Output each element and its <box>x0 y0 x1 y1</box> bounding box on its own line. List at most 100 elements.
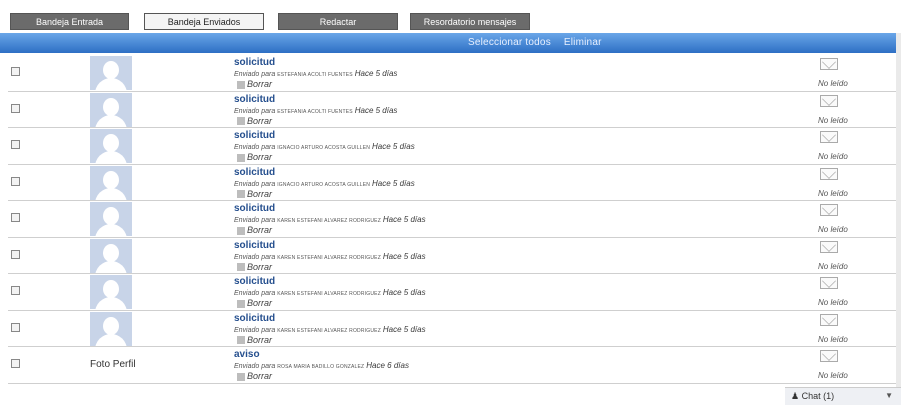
delete-button[interactable]: Borrar <box>237 335 272 345</box>
message-time: Hace 5 días <box>372 178 415 188</box>
envelope-icon <box>820 94 838 107</box>
message-checkbox[interactable] <box>11 213 20 222</box>
select-all-link[interactable]: Seleccionar todos <box>468 37 551 48</box>
message-subject[interactable]: solicitud <box>234 57 275 68</box>
message-subject[interactable]: solicitud <box>234 130 275 141</box>
trash-icon <box>237 372 245 381</box>
message-row[interactable]: solicitud Enviado para ESTEFANIA ACOLTI F… <box>8 55 896 92</box>
trash-icon <box>237 263 245 272</box>
message-checkbox[interactable] <box>11 249 20 259</box>
recipient-name: KAREN ESTEFANI ALVAREZ RODRIGUEZ <box>277 218 381 224</box>
message-row[interactable]: solicitud Enviado para KAREN ESTEFANI ALV… <box>8 201 896 238</box>
message-time: Hace 5 días <box>382 288 426 297</box>
recipient-name: KAREN ESTEFANI ALVAREZ RODRIGUEZ <box>277 291 381 297</box>
sent-to-label: Enviado para <box>234 71 276 78</box>
tab-sent[interactable]: Bandeja Enviados <box>144 13 264 30</box>
trash-icon <box>237 299 245 308</box>
read-status: No leído <box>818 261 848 271</box>
message-row[interactable]: solicitud Enviado para KAREN ESTEFANI ALV… <box>8 237 896 274</box>
delete-button[interactable]: Borrar <box>237 116 272 126</box>
message-time: Hace 6 días <box>366 361 409 370</box>
read-status: No leído <box>818 371 848 380</box>
delete-button[interactable]: Borrar <box>237 262 272 272</box>
message-meta: Enviado para KAREN ESTEFANI ALVAREZ RODR… <box>234 215 426 224</box>
read-status: No leído <box>818 152 848 161</box>
message-time: Hace 5 días <box>382 251 426 261</box>
message-time: Hace 5 días <box>382 215 426 224</box>
message-checkbox[interactable] <box>11 286 20 295</box>
top-tab-bar: Bandeja Entrada Bandeja Enviados Redacta… <box>0 0 901 33</box>
tab-inbox[interactable]: Bandeja Entrada <box>10 13 129 30</box>
delete-button[interactable]: Borrar <box>237 298 272 308</box>
envelope-icon <box>820 313 838 326</box>
sent-to-label: Enviado para <box>234 363 276 370</box>
message-subject[interactable]: solicitud <box>234 203 275 214</box>
profile-photo-label: Foto Perfil <box>90 359 136 370</box>
message-meta: Enviado para ROSA MARIA BADILLO GONZALEZ… <box>234 361 409 370</box>
message-subject[interactable]: solicitud <box>234 94 275 105</box>
avatar <box>90 56 132 90</box>
chat-bar[interactable]: ♟ Chat (1) ▼ <box>785 387 901 405</box>
read-status: No leído <box>818 188 848 198</box>
tab-compose[interactable]: Redactar <box>278 13 398 30</box>
recipient-name: KAREN ESTEFANI ALVAREZ RODRIGUEZ <box>277 327 381 334</box>
message-meta: Enviado para KAREN ESTEFANI ALVAREZ RODR… <box>234 325 426 334</box>
message-checkbox[interactable] <box>11 322 20 332</box>
delete-button[interactable]: Borrar <box>237 79 272 89</box>
trash-icon <box>237 80 245 89</box>
message-row[interactable]: solicitud Enviado para IGNACIO ARTURO ACO… <box>8 164 896 201</box>
read-status: No leído <box>818 334 848 344</box>
message-checkbox[interactable] <box>11 176 20 186</box>
envelope-icon <box>820 204 838 216</box>
chevron-down-icon[interactable]: ▼ <box>885 391 893 400</box>
message-checkbox[interactable] <box>11 359 20 368</box>
message-subject[interactable]: solicitud <box>234 276 275 287</box>
message-row[interactable]: solicitud Enviado para KAREN ESTEFANI ALV… <box>8 274 896 311</box>
message-time: Hace 5 días <box>372 142 415 151</box>
avatar <box>90 202 132 236</box>
envelope-icon <box>820 350 838 362</box>
message-meta: Enviado para KAREN ESTEFANI ALVAREZ RODR… <box>234 288 426 297</box>
sent-to-label: Enviado para <box>234 253 276 261</box>
trash-icon <box>237 336 245 345</box>
avatar <box>90 165 132 200</box>
message-subject[interactable]: aviso <box>234 349 260 360</box>
message-checkbox[interactable] <box>11 103 20 113</box>
sent-to-label: Enviado para <box>234 180 276 188</box>
read-status: No leído <box>818 298 848 307</box>
delete-button[interactable]: Borrar <box>237 189 272 199</box>
sent-to-label: Enviado para <box>234 144 276 151</box>
envelope-icon <box>820 131 838 143</box>
delete-button[interactable]: Borrar <box>237 371 272 381</box>
recipient-name: ESTEFANIA ACOLTI FUENTES <box>277 108 353 115</box>
message-checkbox[interactable] <box>11 67 20 76</box>
recipient-name: ROSA MARIA BADILLO GONZALEZ <box>277 364 365 370</box>
tab-reminders[interactable]: Resordatorio mensajes <box>410 13 530 30</box>
message-time: Hace 5 días <box>354 105 398 115</box>
trash-icon <box>237 226 245 235</box>
message-subject[interactable]: solicitud <box>234 240 275 251</box>
avatar <box>90 92 132 127</box>
message-row[interactable]: solicitud Enviado para ESTEFANIA ACOLTI F… <box>8 91 896 128</box>
message-meta: Enviado para IGNACIO ARTURO ACOSTA GUILL… <box>234 179 415 188</box>
trash-icon <box>237 153 245 162</box>
message-checkbox[interactable] <box>11 140 20 149</box>
read-status: No leído <box>818 79 848 88</box>
scrollbar[interactable] <box>896 33 901 387</box>
message-subject[interactable]: solicitud <box>234 313 275 324</box>
message-row[interactable]: Foto Perfil aviso Enviado para ROSA MARIA … <box>8 347 896 384</box>
delete-button[interactable]: Borrar <box>237 152 272 162</box>
message-meta: Enviado para ESTEFANIA ACOLTI FUENTES Ha… <box>234 69 397 78</box>
delete-button[interactable]: Borrar <box>237 225 272 235</box>
sent-to-label: Enviado para <box>234 290 276 297</box>
avatar <box>90 275 132 309</box>
message-row[interactable]: solicitud Enviado para IGNACIO ARTURO ACO… <box>8 128 896 165</box>
envelope-icon <box>820 167 838 180</box>
sent-to-label: Enviado para <box>234 326 276 334</box>
delete-link[interactable]: Eliminar <box>564 37 602 48</box>
envelope-icon <box>820 277 838 289</box>
message-row[interactable]: solicitud Enviado para KAREN ESTEFANI ALV… <box>8 310 896 347</box>
message-time: Hace 5 días <box>382 324 426 334</box>
recipient-name: ESTEFANIA ACOLTI FUENTES <box>277 72 353 78</box>
message-subject[interactable]: solicitud <box>234 167 275 178</box>
